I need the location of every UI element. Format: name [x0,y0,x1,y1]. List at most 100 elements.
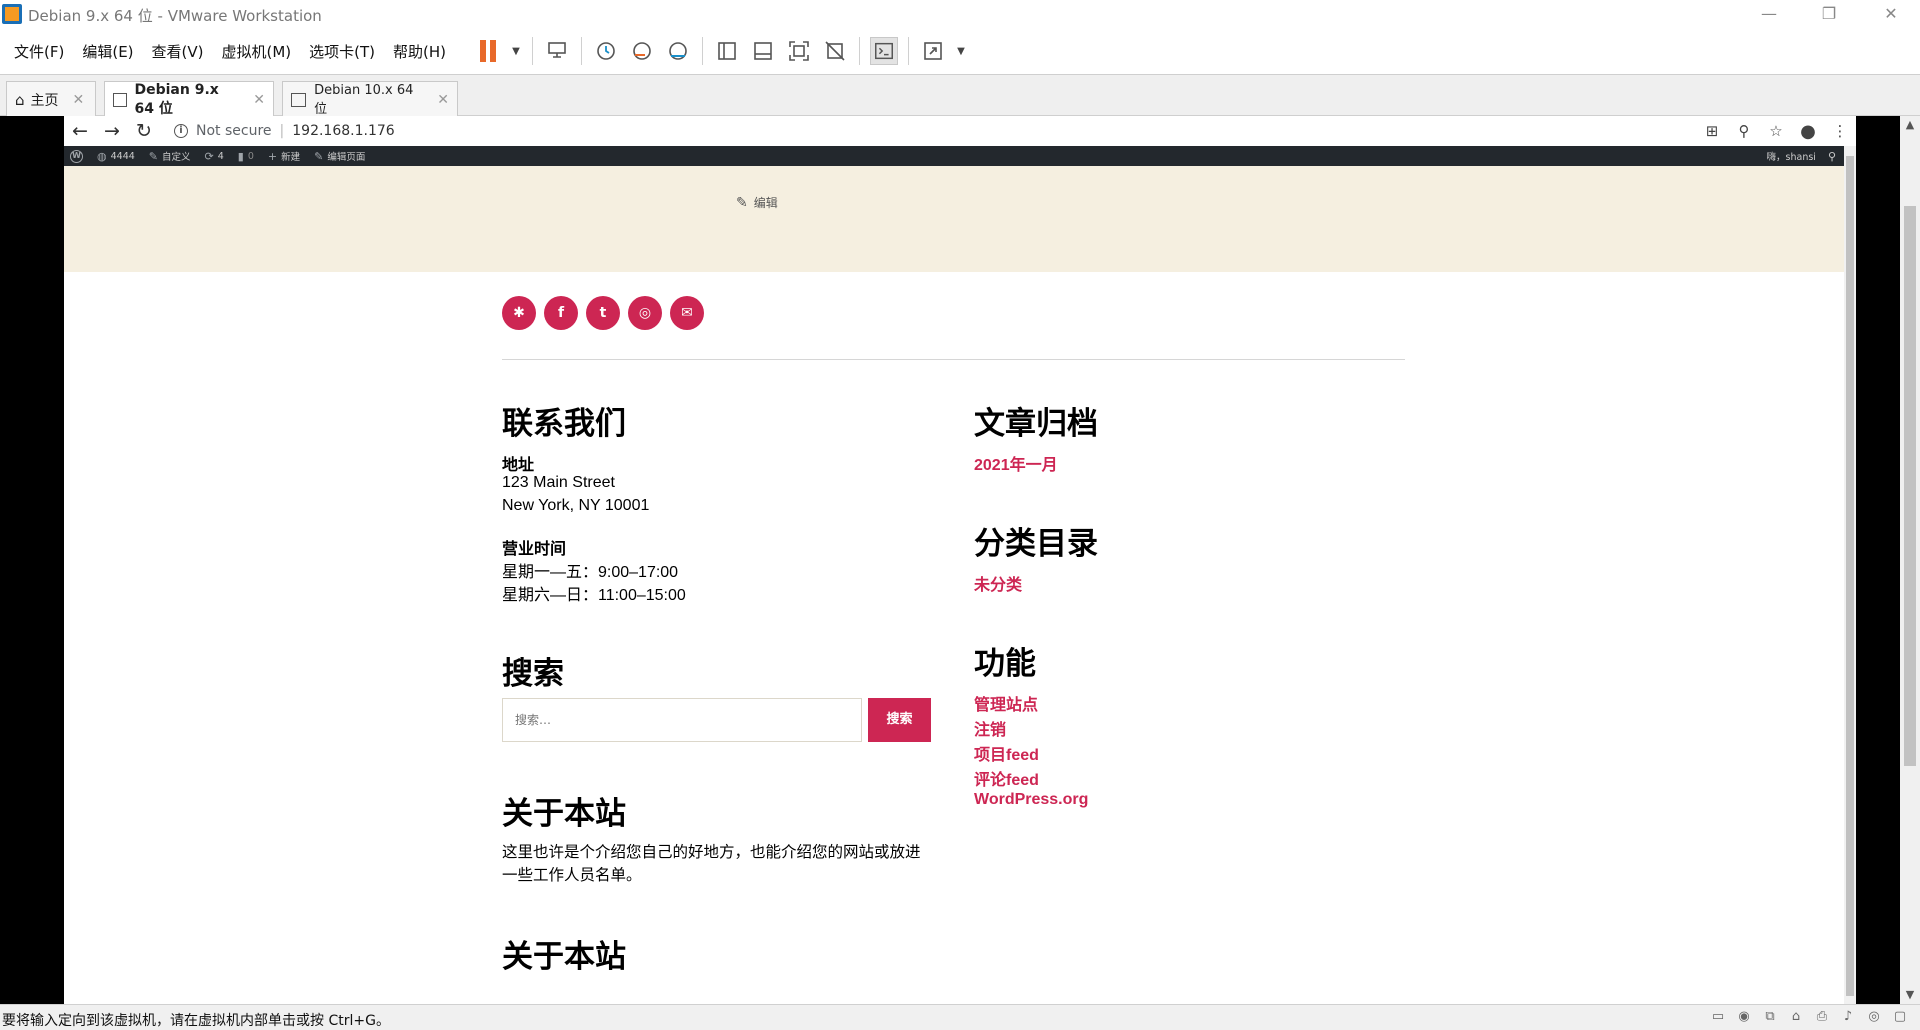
yelp-icon[interactable]: ✱ [502,296,536,330]
search-button[interactable]: 搜索 [868,698,931,742]
toolbar-separator [859,37,861,65]
menu-view[interactable]: 查看(V) [152,41,204,62]
browser-scrollbar[interactable] [1844,146,1856,1004]
meta-link-entries-feed[interactable]: 项目feed [974,741,1039,765]
tab-close-icon[interactable]: ✕ [253,92,265,108]
restore-button[interactable]: ❐ [1806,2,1852,26]
category-link[interactable]: 未分类 [974,571,1022,595]
vm-scrollbar[interactable]: ▲ ▼ [1900,116,1920,1004]
close-button[interactable]: ✕ [1868,2,1914,26]
zoom-icon[interactable]: ⚲ [1728,122,1760,140]
vm-console[interactable]: ← → ↻ i Not secure | 192.168.1.176 ⊞ ⚲ ☆… [0,116,1920,1004]
wp-new[interactable]: + 新建 [268,149,300,164]
send-ctrl-alt-del-icon[interactable] [543,37,571,65]
address-line-1: 123 Main Street [502,474,615,491]
forward-arrow-icon[interactable]: → [96,120,128,142]
reload-icon[interactable]: ↻ [128,120,160,142]
window-title: Debian 9.x 64 位 - VMware Workstation [28,7,322,25]
printer-icon[interactable]: ⎙ [1812,1008,1832,1026]
title-bar: Debian 9.x 64 位 - VMware Workstation — ❐… [0,0,1920,28]
wp-edit-page[interactable]: ✎ 编辑页面 [314,149,365,164]
pencil-icon: ✎ [314,149,324,163]
meta-link-site-admin[interactable]: 管理站点 [974,691,1038,715]
security-status[interactable]: Not secure [196,123,272,139]
wp-user-greeting[interactable]: 嗨，shansi [1767,149,1816,163]
edit-link[interactable]: ✎ 编辑 [736,194,778,211]
search-input[interactable] [502,698,862,742]
wp-comments[interactable]: ▮ 0 [238,150,254,163]
unity-icon[interactable] [821,37,849,65]
show-library-icon[interactable] [713,37,741,65]
back-arrow-icon[interactable]: ← [64,120,96,142]
toolbar-separator [908,37,910,65]
snapshot-take-icon[interactable] [592,37,620,65]
menu-bar: 文件(F) 编辑(E) 查看(V) 虚拟机(M) 选项卡(T) 帮助(H) ▼ [0,29,1920,73]
pause-icon[interactable] [474,37,502,65]
tab-label: Debian 10.x 64 位 [314,82,414,117]
wp-user-area: 嗨，shansi ⚲ [1767,146,1836,166]
meta-link-wordpress-org[interactable]: WordPress.org [974,791,1088,809]
message-log-icon[interactable]: ▢ [1890,1008,1910,1026]
meta-link-comments-feed[interactable]: 评论feed [974,766,1039,790]
stretch-guest-icon[interactable] [919,37,947,65]
display-icon[interactable]: ◎ [1864,1008,1884,1026]
browser-scrollbar-thumb[interactable] [1846,156,1854,996]
menu-tabs[interactable]: 选项卡(T) [309,41,375,62]
menu-edit[interactable]: 编辑(E) [82,41,133,62]
full-screen-icon[interactable] [785,37,813,65]
sound-icon[interactable]: ♪ [1838,1008,1858,1026]
twitter-icon[interactable]: t [586,296,620,330]
instagram-icon[interactable]: ◎ [628,296,662,330]
tab-close-icon[interactable]: ✕ [73,92,85,108]
info-icon[interactable]: i [174,124,188,138]
usb-icon[interactable]: ⌂ [1786,1008,1806,1026]
divider [502,359,1405,360]
tab-debian-10[interactable]: Debian 10.x 64 位 ✕ [282,81,458,117]
address-bar[interactable]: 192.168.1.176 [292,123,394,139]
menu-file[interactable]: 文件(F) [14,41,64,62]
facebook-icon[interactable]: f [544,296,578,330]
tab-home[interactable]: ⌂ 主页 ✕ [6,81,96,117]
about-widget-title: 关于本站 [502,796,626,832]
console-view-icon[interactable] [870,37,899,65]
status-bar: 要将输入定向到该虚拟机，请在虚拟机内部单击或按 Ctrl+G。 ▭ ◉ ⧉ ⌂ … [0,1004,1920,1030]
wp-updates[interactable]: ⟳ 4 [205,150,224,163]
snapshot-manager-icon[interactable] [664,37,692,65]
menu-vm[interactable]: 虚拟机(M) [222,41,292,62]
dropdown-arrow-icon[interactable]: ▼ [510,37,522,65]
show-thumbnail-bar-icon[interactable] [749,37,777,65]
toolbar: ▼ ▼ [470,37,971,65]
wp-search-icon[interactable]: ⚲ [1828,150,1836,163]
hard-disk-icon[interactable]: ▭ [1708,1008,1728,1026]
account-icon[interactable]: ● [1792,121,1824,142]
guest-browser-window: ← → ↻ i Not secure | 192.168.1.176 ⊞ ⚲ ☆… [64,116,1856,1004]
meta-link-logout[interactable]: 注销 [974,716,1006,740]
browser-actions: ⊞ ⚲ ☆ ● ⋮ [1696,116,1856,146]
cd-dvd-icon[interactable]: ◉ [1734,1008,1754,1026]
bookmark-star-icon[interactable]: ☆ [1760,122,1792,140]
scroll-down-icon[interactable]: ▼ [1900,986,1920,1004]
address-line-2: New York, NY 10001 [502,497,650,514]
scroll-up-icon[interactable]: ▲ [1900,116,1920,134]
hours-line-1: 星期一—五：9:00–17:00 [502,564,679,581]
toolbar-separator [581,37,583,65]
archive-link[interactable]: 2021年一月 [974,451,1058,475]
network-icon[interactable]: ⧉ [1760,1008,1780,1026]
wp-logo-icon[interactable]: W [70,149,83,163]
dropdown-arrow-icon[interactable]: ▼ [955,37,967,65]
vm-scrollbar-thumb[interactable] [1904,206,1916,766]
snapshot-revert-icon[interactable] [628,37,656,65]
translate-icon[interactable]: ⊞ [1696,122,1728,140]
page-header-band: ✎ 编辑 [64,166,1844,272]
mail-icon[interactable]: ✉ [670,296,704,330]
wp-customize[interactable]: ✎ 自定义 [149,149,191,164]
meta-widget-title: 功能 [974,646,1036,682]
menu-kebab-icon[interactable]: ⋮ [1824,122,1856,140]
vm-paused-icon [291,92,307,107]
wp-site-name[interactable]: ◍ 4444 [97,150,135,163]
tab-close-icon[interactable]: ✕ [437,92,449,108]
tab-debian-9[interactable]: Debian 9.x 64 位 ✕ [104,81,274,118]
home-icon: ⌂ [15,90,25,109]
minimize-button[interactable]: — [1746,2,1792,26]
menu-help[interactable]: 帮助(H) [393,41,446,62]
